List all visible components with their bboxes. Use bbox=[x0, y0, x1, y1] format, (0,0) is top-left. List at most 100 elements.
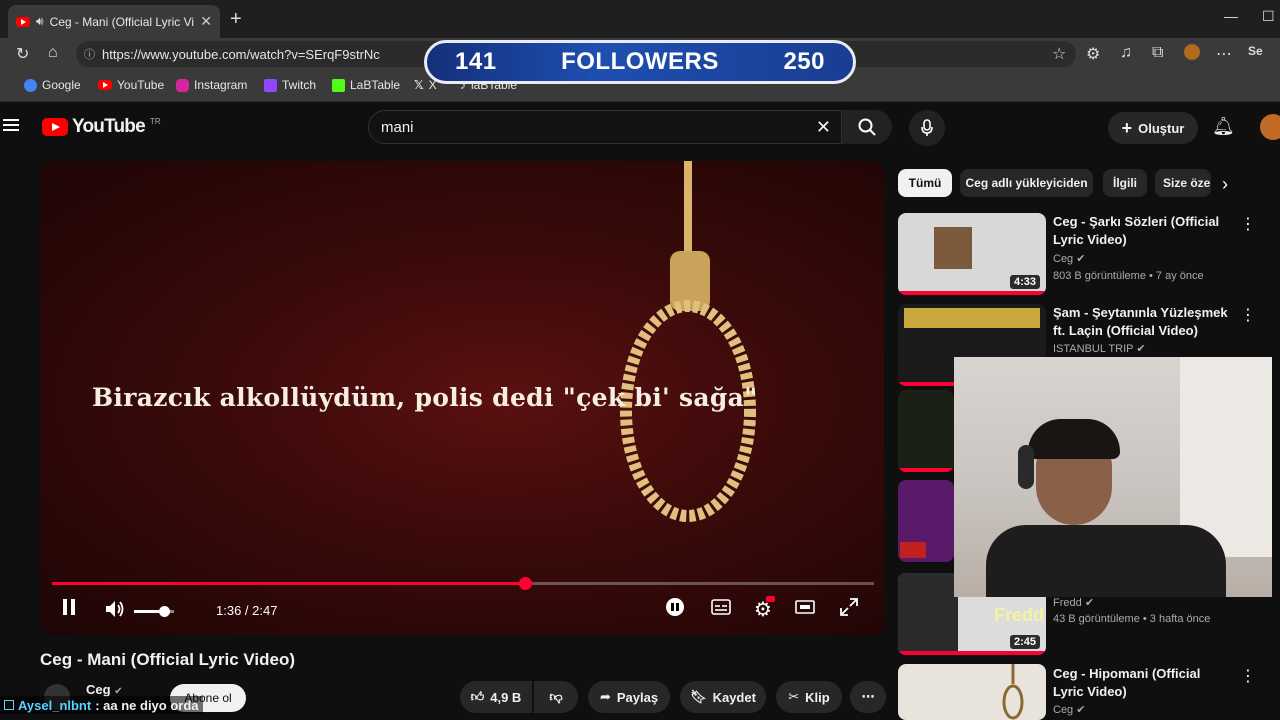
favorite-star-icon[interactable]: ☆ bbox=[1052, 44, 1066, 64]
reload-icon[interactable]: ↻ bbox=[16, 44, 29, 64]
noose-thumbnail-icon bbox=[1002, 664, 1024, 720]
bookmark-labtable[interactable]: LaBTable bbox=[332, 78, 400, 92]
speaker-icon[interactable]: 🔊︎ bbox=[36, 14, 44, 29]
plus-icon: + bbox=[1121, 117, 1133, 138]
recommendation-thumbnail[interactable] bbox=[898, 664, 1046, 720]
more-vertical-icon[interactable]: ⋮ bbox=[1240, 666, 1256, 686]
channel-name[interactable]: Ceg ✔ bbox=[86, 682, 123, 697]
chip-from-uploader[interactable]: Ceg adlı yükleyiciden bbox=[960, 169, 1093, 197]
chat-username: Aysel_nlbnt bbox=[18, 697, 92, 713]
video-player[interactable]: Birazcık alkollüydüm, polis dedi "çek bi… bbox=[40, 161, 884, 635]
instagram-icon bbox=[176, 78, 189, 92]
volume-handle[interactable] bbox=[159, 606, 170, 617]
create-button[interactable]: + Oluştur bbox=[1108, 112, 1198, 144]
theater-mode-button[interactable] bbox=[794, 598, 816, 616]
more-vertical-icon[interactable]: ⋮ bbox=[1240, 305, 1256, 325]
progress-bar[interactable] bbox=[52, 577, 874, 590]
search-input[interactable]: mani ✕ bbox=[368, 110, 842, 144]
more-horizontal-icon: ⋯ bbox=[861, 689, 875, 704]
screenshot-icon[interactable]: ⧉ bbox=[1152, 44, 1163, 62]
hd-badge bbox=[766, 596, 775, 602]
dislike-button[interactable]: 👎︎ bbox=[534, 681, 578, 713]
chip-all[interactable]: Tümü bbox=[898, 169, 952, 197]
bookmark-youtube[interactable]: YouTube bbox=[98, 78, 164, 92]
new-tab-button[interactable]: + bbox=[230, 8, 242, 31]
recommendation-title[interactable]: Şam - Şeytanınla Yüzleşmek ft. Laçin (Of… bbox=[1053, 304, 1231, 340]
progress-scrubber[interactable] bbox=[518, 577, 532, 590]
maximize-icon[interactable]: ☐ bbox=[1262, 8, 1275, 25]
search-icon bbox=[858, 118, 876, 136]
like-button[interactable]: 👍︎ 4,9 B bbox=[460, 681, 532, 713]
chevron-right-icon[interactable]: › bbox=[1222, 174, 1228, 195]
time-display: 1:36 / 2:47 bbox=[216, 603, 278, 618]
fullscreen-button[interactable] bbox=[838, 598, 860, 616]
twitch-icon bbox=[264, 78, 277, 92]
region-code: TR bbox=[149, 116, 161, 126]
bookmark-twitch[interactable]: Twitch bbox=[264, 78, 316, 92]
voice-search-button[interactable] bbox=[909, 110, 945, 146]
volume-slider[interactable] bbox=[134, 606, 174, 617]
video-title: Ceg - Mani (Official Lyric Video) bbox=[40, 650, 296, 669]
followers-goal: 250 bbox=[783, 48, 825, 75]
autoplay-toggle[interactable] bbox=[666, 598, 684, 616]
clear-search-icon[interactable]: ✕ bbox=[816, 117, 831, 138]
settings-button[interactable]: ⚙ bbox=[752, 596, 775, 621]
home-icon[interactable]: ⌂ bbox=[48, 44, 58, 62]
clip-button[interactable]: ✂ Klip bbox=[776, 681, 842, 713]
verified-icon: ✔ bbox=[1084, 597, 1095, 609]
recommendation-channel[interactable]: ISTANBUL TRIP ✔ bbox=[1053, 342, 1146, 355]
bookmark-icon: 🔖︎ bbox=[690, 689, 707, 704]
theater-mode-icon bbox=[795, 600, 815, 614]
followers-current: 141 bbox=[455, 48, 497, 75]
recommendation-channel[interactable]: Ceg ✔ bbox=[1053, 252, 1085, 265]
stream-chat-message: Aysel_nlbnt : aa ne diyo orda bbox=[0, 696, 203, 714]
recommendation-channel[interactable]: Ceg ✔ bbox=[1053, 703, 1085, 716]
notifications-bell-icon[interactable]: 🔔︎ bbox=[1212, 116, 1235, 137]
subtitles-button[interactable] bbox=[710, 598, 732, 616]
bookmark-google[interactable]: Google bbox=[24, 78, 81, 92]
menu-hamburger-icon[interactable] bbox=[3, 119, 19, 131]
bookmark-instagram[interactable]: Instagram bbox=[176, 78, 247, 92]
followers-goal-overlay: 141 FOLLOWERS 250 bbox=[424, 40, 856, 84]
thumbnail-banner bbox=[904, 308, 1040, 328]
thumbs-down-icon: 👎︎ bbox=[549, 689, 563, 704]
url-text: https://www.youtube.com/watch?v=SErqF9st… bbox=[102, 46, 380, 62]
streamer-body bbox=[986, 525, 1226, 597]
watched-progress bbox=[898, 291, 1046, 295]
site-info-icon[interactable]: ⓘ bbox=[84, 46, 95, 62]
share-button[interactable]: ➦ Paylaş bbox=[588, 681, 670, 713]
recommendation-title[interactable]: Ceg - Şarkı Sözleri (Official Lyric Vide… bbox=[1053, 213, 1231, 249]
recommendation-title[interactable]: Ceg - Hipomani (Official Lyric Video) bbox=[1053, 665, 1231, 701]
video-duration: 4:33 bbox=[1009, 275, 1040, 289]
recommendation-thumbnail[interactable] bbox=[898, 390, 954, 472]
account-avatar[interactable] bbox=[1260, 114, 1280, 140]
youtube-logo[interactable]: YouTube TR bbox=[42, 116, 161, 138]
recommendation-thumbnail[interactable] bbox=[898, 480, 954, 562]
close-tab-icon[interactable]: ✕ bbox=[200, 13, 212, 30]
profile-avatar[interactable] bbox=[1184, 44, 1200, 60]
watched-progress bbox=[898, 382, 958, 386]
music-icon[interactable]: ♫ bbox=[1120, 44, 1132, 62]
chip-related[interactable]: İlgili bbox=[1103, 169, 1147, 197]
browser-tab-bar: 🔊︎ Ceg - Mani (Official Lyric Video) ✕ +… bbox=[0, 0, 1280, 38]
more-vertical-icon[interactable]: ⋮ bbox=[1240, 214, 1256, 234]
mute-button[interactable] bbox=[104, 598, 126, 620]
chip-for-you[interactable]: Size özel bbox=[1155, 169, 1211, 197]
volume-icon bbox=[106, 601, 124, 617]
search-button[interactable] bbox=[842, 110, 892, 144]
watched-progress bbox=[898, 468, 954, 472]
pause-button[interactable] bbox=[60, 598, 78, 616]
save-button[interactable]: 🔖︎ Kaydet bbox=[680, 681, 766, 713]
extensions-icon[interactable]: ⚙ bbox=[1086, 44, 1100, 64]
pause-icon bbox=[63, 599, 75, 615]
recommendation-thumbnail[interactable]: 4:33 bbox=[898, 213, 1046, 295]
more-menu-icon[interactable]: ⋯ bbox=[1216, 44, 1232, 64]
google-icon bbox=[24, 78, 37, 92]
youtube-header: YouTube TR mani ✕ + Oluştur 🔔︎ bbox=[0, 102, 1280, 152]
more-actions-button[interactable]: ⋯ bbox=[850, 681, 886, 713]
recommendation-channel[interactable]: Fredd ✔ bbox=[1053, 596, 1094, 609]
copilot-label[interactable]: Se bbox=[1248, 44, 1263, 58]
lyric-text: Birazcık alkollüydüm, polis dedi "çek bi… bbox=[92, 383, 758, 412]
minimize-icon[interactable]: — bbox=[1224, 8, 1238, 24]
browser-tab[interactable]: 🔊︎ Ceg - Mani (Official Lyric Video) ✕ bbox=[8, 5, 220, 38]
